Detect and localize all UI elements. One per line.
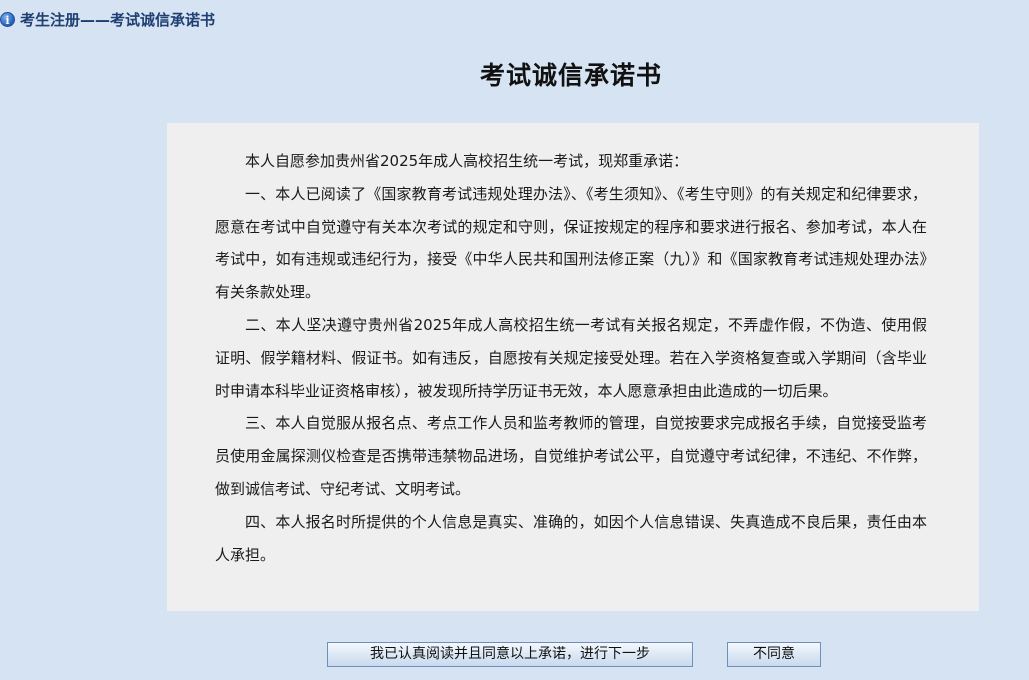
breadcrumb-text: 考生注册——考试诚信承诺书 <box>20 10 216 29</box>
pledge-clause-2: 二、本人坚决遵守贵州省2025年成人高校招生统一考试有关报名规定，不弄虚作假，不… <box>215 315 927 400</box>
pledge-clause-4: 四、本人报名时所提供的个人信息是真实、准确的，如因个人信息错误、失真造成不良后果… <box>215 512 927 564</box>
pledge-clause-1: 一、本人已阅读了《国家教育考试违规处理办法》、《考生须知》、《考生守则》的有关规… <box>215 184 927 302</box>
pledge-content-panel: 本人自愿参加贵州省2025年成人高校招生统一考试，现郑重承诺： 一、本人已阅读了… <box>167 123 979 611</box>
page-title: 考试诚信承诺书 <box>479 61 662 90</box>
pledge-intro-paragraph: 本人自愿参加贵州省2025年成人高校招生统一考试，现郑重承诺： <box>245 152 689 170</box>
info-icon: i <box>0 11 15 27</box>
breadcrumb: i 考生注册——考试诚信承诺书 <box>0 9 215 29</box>
disagree-button[interactable]: 不同意 <box>727 642 821 667</box>
pledge-clause-3: 三、本人自觉服从报名点、考点工作人员和监考教师的管理，自觉按要求完成报名手续，自… <box>215 414 927 498</box>
agree-next-button[interactable]: 我已认真阅读并且同意以上承诺，进行下一步 <box>327 642 693 667</box>
